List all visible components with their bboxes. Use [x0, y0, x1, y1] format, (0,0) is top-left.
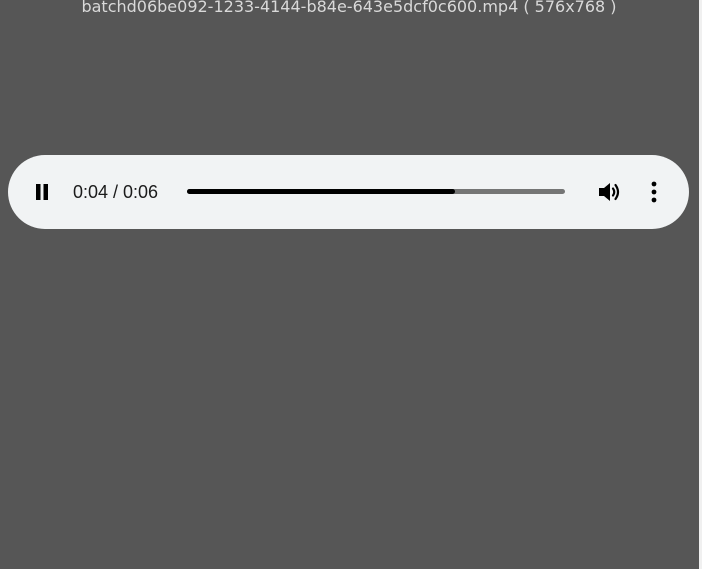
audio-player: 0:04 / 0:06 [8, 155, 689, 229]
seek-slider[interactable] [187, 189, 565, 194]
volume-button[interactable] [597, 180, 623, 204]
more-vert-icon [651, 181, 657, 203]
more-options-button[interactable] [643, 179, 665, 205]
time-display: 0:04 / 0:06 [73, 182, 159, 202]
pause-button[interactable] [32, 180, 56, 204]
volume-icon [599, 183, 620, 201]
seek-progress [187, 189, 456, 194]
pause-icon [36, 184, 48, 200]
window-title: batchd06be092-1233-4144-b84e-643e5dcf0c6… [81, 0, 617, 16]
